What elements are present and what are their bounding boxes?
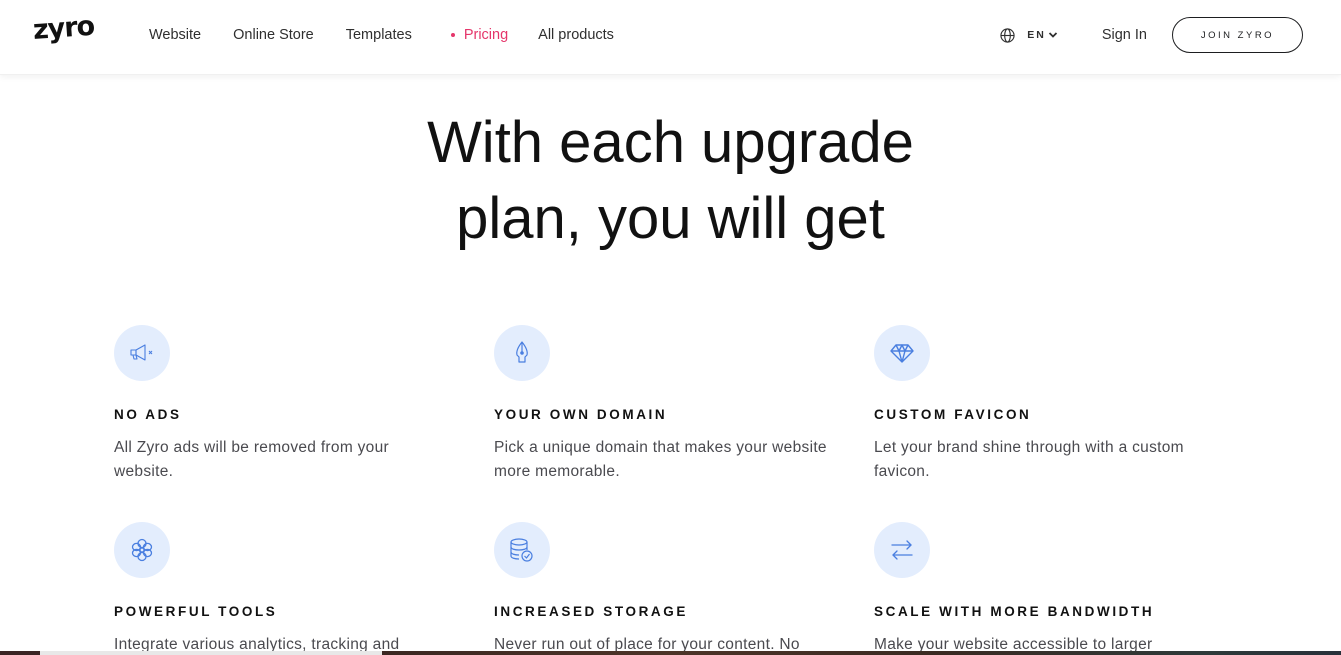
site-header: zyro Website Online Store Templates Pric… bbox=[0, 0, 1341, 75]
feature-title: CUSTOM FAVICON bbox=[874, 407, 1032, 422]
nav-all-products[interactable]: All products bbox=[538, 27, 614, 43]
feature-title: INCREASED STORAGE bbox=[494, 604, 688, 619]
feature-title: POWERFUL TOOLS bbox=[114, 604, 278, 619]
feature-icon-circle bbox=[874, 325, 930, 381]
nav-online-store-label: Online Store bbox=[233, 27, 314, 43]
globe-icon bbox=[1000, 27, 1015, 43]
feature-powerful-tools: POWERFUL TOOLS Integrate various analyti… bbox=[114, 522, 474, 655]
arrows-exchange-icon bbox=[891, 540, 913, 560]
sign-in-link[interactable]: Sign In bbox=[1102, 27, 1147, 43]
zyro-logo[interactable]: zyro bbox=[32, 11, 95, 46]
join-zyro-button[interactable]: JOIN ZYRO bbox=[1172, 17, 1303, 53]
feature-bandwidth: SCALE WITH MORE BANDWIDTH Make your webs… bbox=[874, 522, 1234, 655]
feature-icon-circle bbox=[494, 325, 550, 381]
feature-description: All Zyro ads will be removed from your w… bbox=[114, 439, 389, 480]
nav-pricing[interactable]: Pricing bbox=[450, 27, 509, 43]
nav-templates-label: Templates bbox=[345, 27, 412, 43]
feature-own-domain: YOUR OWN DOMAIN Pick a unique domain tha… bbox=[494, 325, 854, 484]
heading-line-1: With each upgrade bbox=[427, 110, 914, 175]
diamond-icon bbox=[890, 344, 914, 363]
feature-custom-favicon: CUSTOM FAVICON Let your brand shine thro… bbox=[874, 325, 1234, 484]
pen-nib-icon bbox=[516, 341, 528, 363]
feature-increased-storage: INCREASED STORAGE Never run out of place… bbox=[494, 522, 854, 655]
feature-title: SCALE WITH MORE BANDWIDTH bbox=[874, 604, 1155, 619]
chevron-down-icon bbox=[1048, 32, 1057, 38]
header-actions: EN Sign In JOIN ZYRO bbox=[1000, 0, 1303, 70]
feature-icon-circle bbox=[114, 522, 170, 578]
language-selector[interactable]: EN bbox=[1000, 27, 1070, 43]
feature-icon-circle bbox=[114, 325, 170, 381]
language-code: EN bbox=[1027, 29, 1046, 41]
heading-line-2: plan, you will get bbox=[456, 186, 885, 251]
nav-website[interactable]: Website bbox=[149, 27, 201, 43]
feature-description: Let your brand shine through with a cust… bbox=[874, 439, 1184, 480]
database-check-icon bbox=[510, 538, 533, 562]
flower-tools-icon bbox=[131, 538, 153, 562]
main-nav: Website Online Store Templates Pricing A… bbox=[149, 0, 646, 70]
nav-pricing-label: Pricing bbox=[463, 27, 509, 43]
section-heading: With each upgrade plan, you will get bbox=[0, 105, 1341, 257]
nav-online-store[interactable]: Online Store bbox=[233, 27, 314, 43]
megaphone-off-icon bbox=[130, 344, 153, 361]
active-indicator-dot bbox=[450, 33, 455, 37]
feature-icon-circle bbox=[494, 522, 550, 578]
feature-title: YOUR OWN DOMAIN bbox=[494, 407, 668, 422]
feature-icon-circle bbox=[874, 522, 930, 578]
nav-all-products-label: All products bbox=[538, 27, 614, 43]
feature-no-ads: NO ADS All Zyro ads will be removed from… bbox=[114, 325, 474, 484]
feature-description: Pick a unique domain that makes your web… bbox=[494, 439, 827, 480]
taskbar-edge bbox=[0, 651, 1341, 655]
feature-title: NO ADS bbox=[114, 407, 182, 422]
nav-website-label: Website bbox=[149, 27, 202, 43]
nav-templates[interactable]: Templates bbox=[346, 27, 412, 43]
